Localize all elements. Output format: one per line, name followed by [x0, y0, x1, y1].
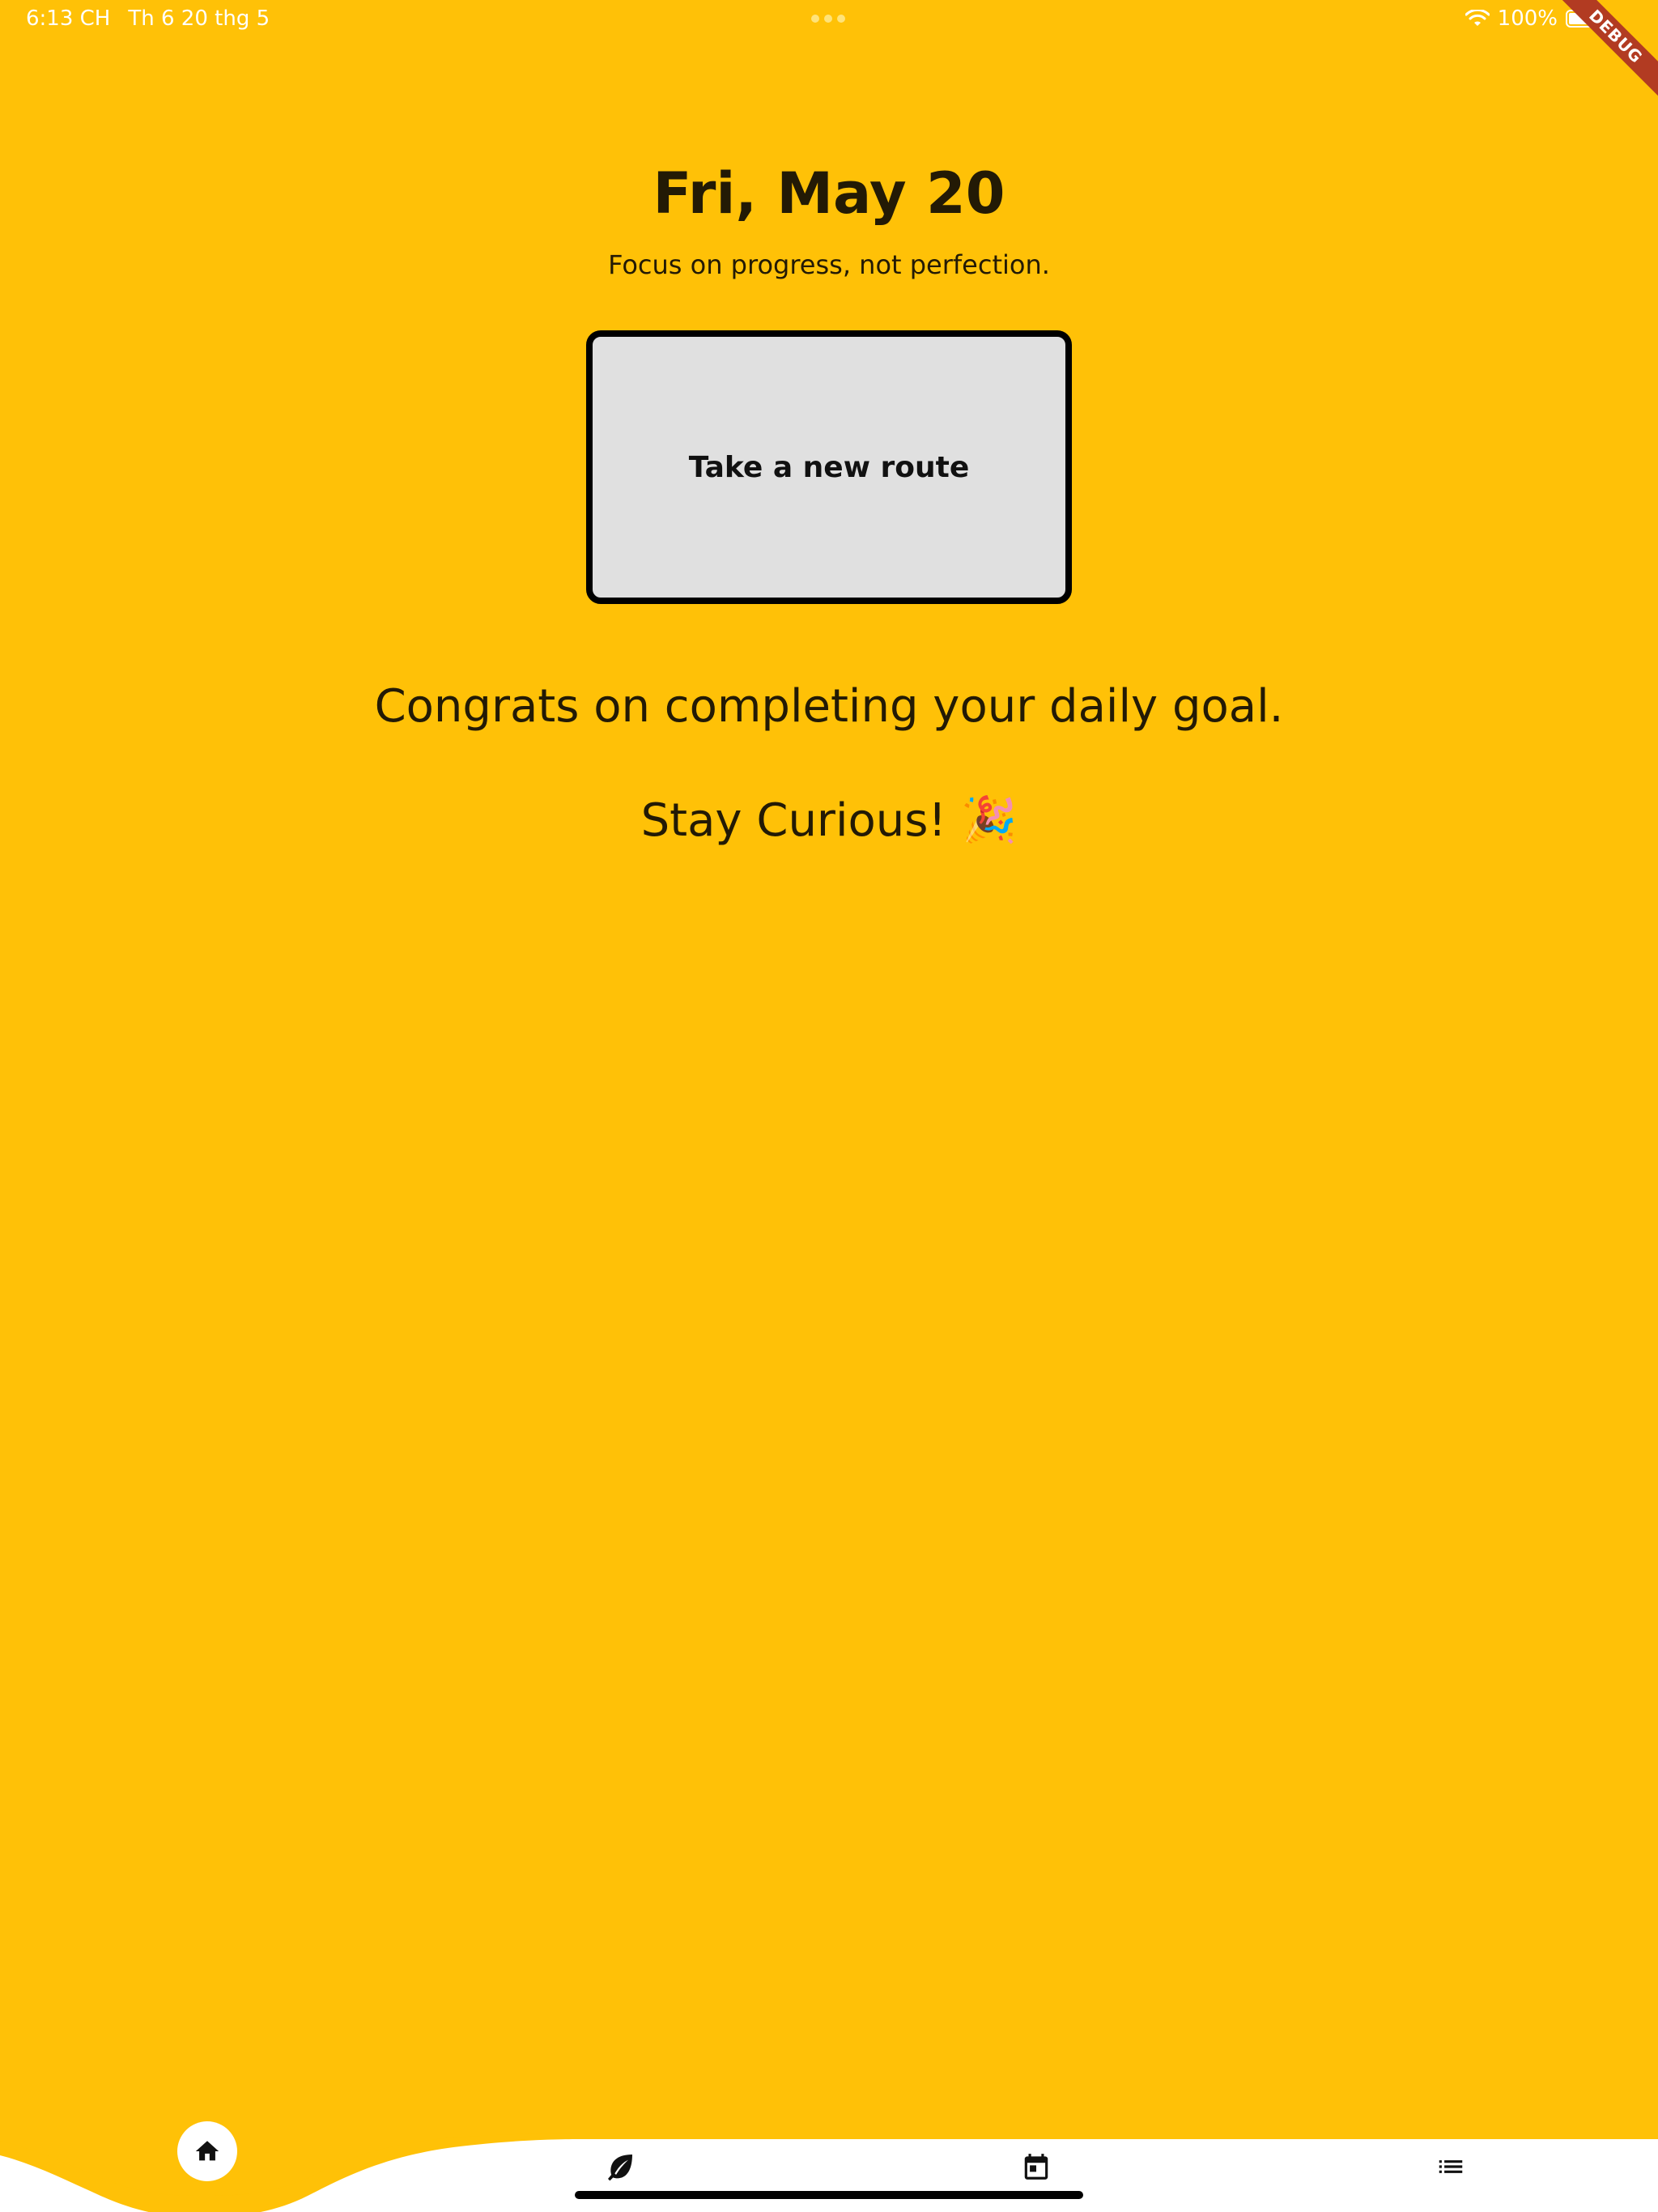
nav-list-button[interactable] — [1431, 2147, 1470, 2186]
wifi-icon — [1465, 10, 1490, 26]
calendar-icon — [1024, 2154, 1048, 2180]
take-new-route-button[interactable]: Take a new route — [586, 330, 1072, 604]
nav-leaf-button[interactable] — [601, 2147, 640, 2186]
route-button-label: Take a new route — [688, 450, 970, 484]
home-indicator[interactable] — [575, 2191, 1083, 2199]
status-date: Th 6 20 thg 5 — [128, 6, 270, 31]
status-bar: 6:13 CH Th 6 20 thg 5 100% — [0, 0, 1658, 39]
battery-percent: 100% — [1497, 6, 1558, 31]
nav-calendar-button[interactable] — [1017, 2147, 1056, 2186]
motivational-subtitle: Focus on progress, not perfection. — [608, 249, 1050, 280]
leaf-icon — [608, 2155, 632, 2181]
page-title: Fri, May 20 — [653, 160, 1005, 227]
status-time: 6:13 CH — [26, 6, 111, 31]
list-icon — [1439, 2160, 1463, 2173]
bottom-navigation — [0, 2099, 1658, 2212]
congrats-message: Congrats on completing your daily goal. — [374, 680, 1284, 733]
closing-message: Stay Curious! 🎉 — [640, 794, 1018, 847]
home-icon — [195, 2141, 219, 2161]
nav-home-button[interactable] — [177, 2121, 237, 2181]
status-left: 6:13 CH Th 6 20 thg 5 — [26, 6, 270, 31]
multitasking-dots-icon[interactable] — [811, 15, 845, 23]
